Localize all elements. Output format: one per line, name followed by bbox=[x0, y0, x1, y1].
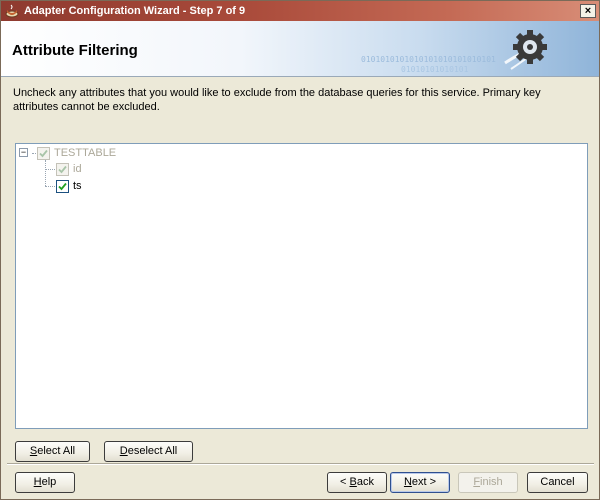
binary-decoration: 0101010101010101010101010101 bbox=[361, 55, 496, 64]
button-label: ext > bbox=[411, 476, 437, 488]
window-title: Adapter Configuration Wizard - Step 7 of… bbox=[24, 5, 246, 17]
button-label: eselect All bbox=[127, 445, 178, 457]
title-bar[interactable]: Adapter Configuration Wizard - Step 7 of… bbox=[1, 1, 599, 21]
close-button[interactable]: × bbox=[580, 4, 596, 18]
ts-checkbox[interactable] bbox=[56, 179, 69, 193]
tree-node-ts[interactable]: ts bbox=[56, 178, 82, 194]
page-title: Attribute Filtering bbox=[12, 42, 138, 59]
mnemonic-letter: D bbox=[119, 445, 128, 457]
back-button[interactable]: < Back bbox=[327, 472, 387, 493]
mnemonic-letter: N bbox=[403, 476, 412, 488]
tree-node-id: id bbox=[56, 161, 82, 177]
cancel-button[interactable]: Cancel bbox=[527, 472, 588, 493]
attribute-tree[interactable]: − TESTTABLE id ts bbox=[15, 143, 588, 429]
tree-connector bbox=[45, 169, 55, 170]
button-label: inish bbox=[480, 476, 503, 488]
finish-button[interactable]: Finish bbox=[458, 472, 518, 493]
button-label: < bbox=[340, 476, 350, 488]
mnemonic-letter: B bbox=[349, 476, 357, 488]
next-button[interactable]: Next > bbox=[390, 472, 450, 493]
tree-node-label: id bbox=[73, 163, 82, 175]
wizard-window: Adapter Configuration Wizard - Step 7 of… bbox=[0, 0, 600, 500]
tree-node-label: ts bbox=[73, 180, 82, 192]
deselect-all-button[interactable]: Deselect All bbox=[104, 441, 193, 462]
select-all-button[interactable]: Select All bbox=[15, 441, 90, 462]
testtable-checkbox bbox=[37, 146, 50, 160]
instructions-text: Uncheck any attributes that you would li… bbox=[13, 87, 541, 113]
button-label: elp bbox=[41, 476, 57, 488]
button-label: elect All bbox=[37, 445, 76, 457]
mnemonic-letter: H bbox=[33, 476, 42, 488]
tree-node-label: TESTTABLE bbox=[54, 147, 117, 159]
separator bbox=[7, 463, 594, 465]
help-button[interactable]: Help bbox=[15, 472, 75, 493]
binary-decoration-2: 01010101010101 bbox=[401, 65, 469, 74]
id-checkbox bbox=[56, 162, 69, 176]
gear-adapter-icon bbox=[504, 30, 547, 70]
wizard-header: Attribute Filtering 01010101010101010101… bbox=[1, 21, 599, 77]
button-label: ack bbox=[356, 476, 374, 488]
tree-node-testtable[interactable]: TESTTABLE bbox=[37, 145, 116, 161]
tree-connector bbox=[45, 160, 46, 186]
coffee-cup-icon bbox=[5, 4, 19, 18]
tree-connector bbox=[45, 186, 55, 187]
collapse-toggle-icon[interactable]: − bbox=[19, 148, 28, 157]
